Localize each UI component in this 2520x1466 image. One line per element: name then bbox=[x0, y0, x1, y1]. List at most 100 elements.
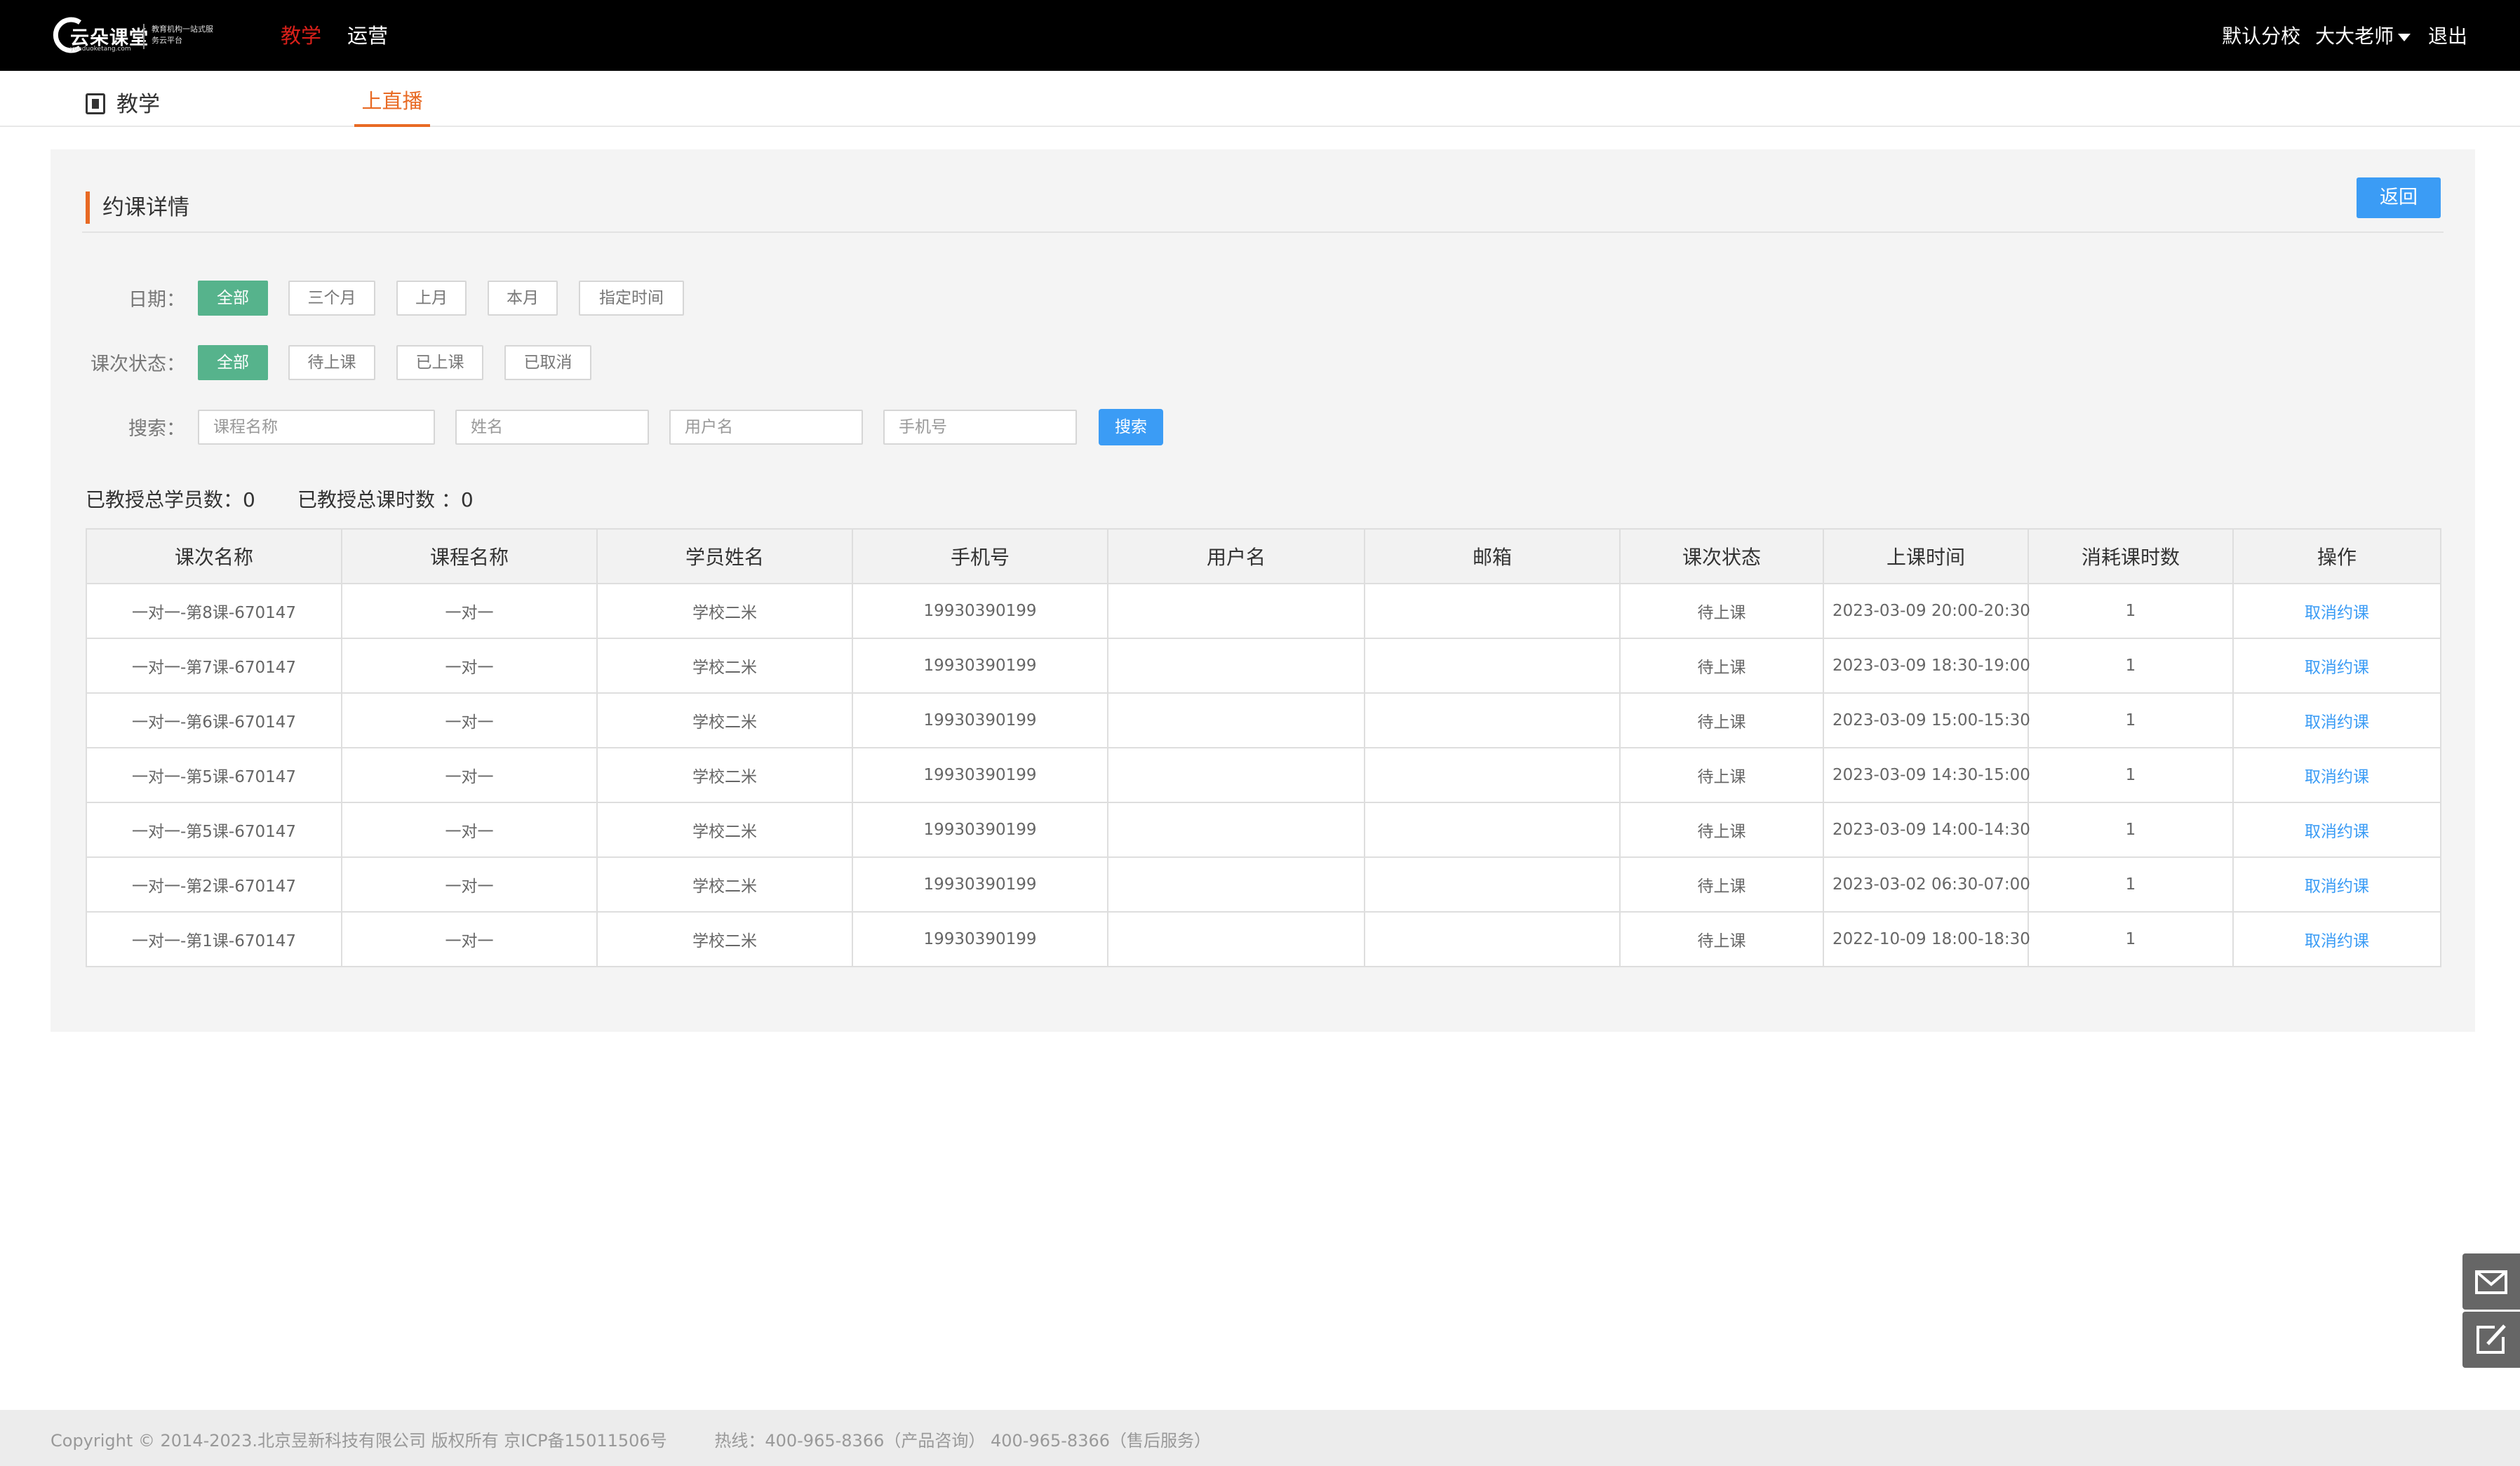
class-time-cell: 2023-03-02 06:30-07:00 bbox=[1823, 856, 2030, 913]
cancel-booking-link[interactable]: 取消约课 bbox=[2232, 692, 2441, 748]
phone-cell: 19930390199 bbox=[852, 802, 1108, 858]
feedback-float-button[interactable] bbox=[2462, 1312, 2520, 1368]
username-cell bbox=[1107, 802, 1365, 858]
hotline-text: 热线：400-965-8366（产品咨询） 400-965-8366（售后服务） bbox=[714, 1431, 1212, 1451]
teaching-icon bbox=[86, 93, 105, 114]
hours-cell: 1 bbox=[2028, 747, 2234, 803]
column-header: 课次名称 bbox=[86, 528, 342, 584]
student-name-cell: 学校二米 bbox=[596, 747, 853, 803]
date-option-this-month[interactable]: 本月 bbox=[488, 281, 558, 316]
nav-teaching[interactable]: 教学 bbox=[281, 20, 321, 49]
lesson-name-cell: 一对一-第5课-670147 bbox=[86, 747, 342, 803]
edit-icon bbox=[2477, 1324, 2506, 1354]
column-header: 课次状态 bbox=[1619, 528, 1824, 584]
footer-text: Copyright © 2014-2023.北京昱新科技有限公司 版权所有 京I… bbox=[51, 1427, 1253, 1451]
tab-live[interactable]: 上直播 bbox=[354, 85, 430, 127]
status-cell: 待上课 bbox=[1619, 856, 1824, 913]
username-cell bbox=[1107, 583, 1365, 639]
message-float-button[interactable] bbox=[2462, 1253, 2520, 1310]
username-input[interactable]: 用户名 bbox=[669, 410, 863, 445]
email-cell bbox=[1364, 638, 1621, 694]
date-option-three-months[interactable]: 三个月 bbox=[288, 281, 375, 316]
hours-cell: 1 bbox=[2028, 802, 2234, 858]
column-header: 课程名称 bbox=[341, 528, 598, 584]
status-option-pending[interactable]: 待上课 bbox=[288, 345, 375, 380]
status-cell: 待上课 bbox=[1619, 638, 1824, 694]
total-students-stat: 已教授总学员数：0 bbox=[86, 488, 255, 511]
phone-input[interactable]: 手机号 bbox=[883, 410, 1077, 445]
panel-title: 约课详情 bbox=[86, 191, 189, 224]
status-option-all[interactable]: 全部 bbox=[198, 345, 268, 380]
table-row: 一对一-第5课-670147 一对一 学校二米 19930390199 待上课 … bbox=[86, 802, 2441, 858]
cancel-booking-link[interactable]: 取消约课 bbox=[2232, 583, 2441, 639]
lesson-name-cell: 一对一-第7课-670147 bbox=[86, 638, 342, 694]
table-row: 一对一-第5课-670147 一对一 学校二米 19930390199 待上课 … bbox=[86, 747, 2441, 803]
username-cell bbox=[1107, 747, 1365, 803]
status-option-done[interactable]: 已上课 bbox=[396, 345, 483, 380]
lesson-name-cell: 一对一-第6课-670147 bbox=[86, 692, 342, 748]
cancel-booking-link[interactable]: 取消约课 bbox=[2232, 856, 2441, 913]
date-option-all[interactable]: 全部 bbox=[198, 281, 268, 316]
branch-name[interactable]: 默认分校 bbox=[2222, 25, 2300, 48]
cancel-booking-link[interactable]: 取消约课 bbox=[2232, 747, 2441, 803]
status-option-cancelled[interactable]: 已取消 bbox=[504, 345, 591, 380]
email-cell bbox=[1364, 747, 1621, 803]
chevron-down-icon[interactable] bbox=[2398, 33, 2411, 41]
course-name-cell: 一对一 bbox=[341, 583, 598, 639]
date-option-custom[interactable]: 指定时间 bbox=[579, 281, 684, 316]
student-name-cell: 学校二米 bbox=[596, 856, 853, 913]
course-name-cell: 一对一 bbox=[341, 911, 598, 967]
lesson-name-cell: 一对一-第1课-670147 bbox=[86, 911, 342, 967]
logo[interactable]: 云朵课堂 yunduoketang.com 教育机构一站式服务云平台 bbox=[49, 13, 213, 58]
column-header: 学员姓名 bbox=[596, 528, 853, 584]
status-filter-label: 课次状态： bbox=[91, 354, 185, 375]
cancel-booking-link[interactable]: 取消约课 bbox=[2232, 638, 2441, 694]
username-cell bbox=[1107, 692, 1365, 748]
status-cell: 待上课 bbox=[1619, 583, 1824, 639]
search-label: 搜索： bbox=[128, 418, 185, 440]
column-header: 邮箱 bbox=[1364, 528, 1621, 584]
class-time-cell: 2023-03-09 18:30-19:00 bbox=[1823, 638, 2030, 694]
cancel-booking-link[interactable]: 取消约课 bbox=[2232, 911, 2441, 967]
email-cell bbox=[1364, 911, 1621, 967]
user-name[interactable]: 大大老师 bbox=[2315, 25, 2394, 48]
copyright-text: Copyright © 2014-2023.北京昱新科技有限公司 版权所有 京I… bbox=[51, 1431, 667, 1451]
column-header: 手机号 bbox=[852, 528, 1108, 584]
user-area: 默认分校 大大老师 退出 bbox=[2213, 21, 2467, 49]
table-row: 一对一-第7课-670147 一对一 学校二米 19930390199 待上课 … bbox=[86, 638, 2441, 694]
cancel-booking-link[interactable]: 取消约课 bbox=[2232, 802, 2441, 858]
class-time-cell: 2022-10-09 18:00-18:30 bbox=[1823, 911, 2030, 967]
back-button[interactable]: 返回 bbox=[2357, 177, 2441, 218]
status-cell: 待上课 bbox=[1619, 747, 1824, 803]
username-cell bbox=[1107, 638, 1365, 694]
column-header: 上课时间 bbox=[1823, 528, 2029, 584]
top-bar: 云朵课堂 yunduoketang.com 教育机构一站式服务云平台 教学 运营… bbox=[0, 0, 2520, 71]
username-cell bbox=[1107, 856, 1365, 913]
student-name-cell: 学校二米 bbox=[596, 802, 853, 858]
table-body: 一对一-第8课-670147 一对一 学校二米 19930390199 待上课 … bbox=[86, 583, 2441, 967]
phone-cell: 19930390199 bbox=[852, 747, 1108, 803]
course-name-input[interactable]: 课程名称 bbox=[198, 410, 435, 445]
nav-operations[interactable]: 运营 bbox=[347, 20, 388, 49]
phone-cell: 19930390199 bbox=[852, 856, 1108, 913]
lesson-name-cell: 一对一-第2课-670147 bbox=[86, 856, 342, 913]
table-row: 一对一-第1课-670147 一对一 学校二米 19930390199 待上课 … bbox=[86, 911, 2441, 967]
student-name-cell: 学校二米 bbox=[596, 583, 853, 639]
status-cell: 待上课 bbox=[1619, 692, 1824, 748]
logout-link[interactable]: 退出 bbox=[2428, 25, 2467, 48]
email-cell bbox=[1364, 856, 1621, 913]
class-time-cell: 2023-03-09 15:00-15:30 bbox=[1823, 692, 2030, 748]
table-row: 一对一-第8课-670147 一对一 学校二米 19930390199 待上课 … bbox=[86, 583, 2441, 639]
student-name-input[interactable]: 姓名 bbox=[455, 410, 649, 445]
search-button[interactable]: 搜索 bbox=[1099, 409, 1163, 445]
booking-detail-panel: 约课详情 返回 日期： 全部 三个月 上月 本月 指定时间 课次状态： 全部 待… bbox=[51, 149, 2475, 1032]
date-option-last-month[interactable]: 上月 bbox=[396, 281, 467, 316]
phone-cell: 19930390199 bbox=[852, 638, 1108, 694]
hours-cell: 1 bbox=[2028, 692, 2234, 748]
email-cell bbox=[1364, 692, 1621, 748]
student-name-cell: 学校二米 bbox=[596, 638, 853, 694]
table-header-row: 课次名称 课程名称 学员姓名 手机号 用户名 邮箱 课次状态 上课时间 消耗课时… bbox=[86, 528, 2441, 584]
class-time-cell: 2023-03-09 20:00-20:30 bbox=[1823, 583, 2030, 639]
title-divider bbox=[82, 231, 2444, 233]
column-header: 操作 bbox=[2232, 528, 2441, 584]
